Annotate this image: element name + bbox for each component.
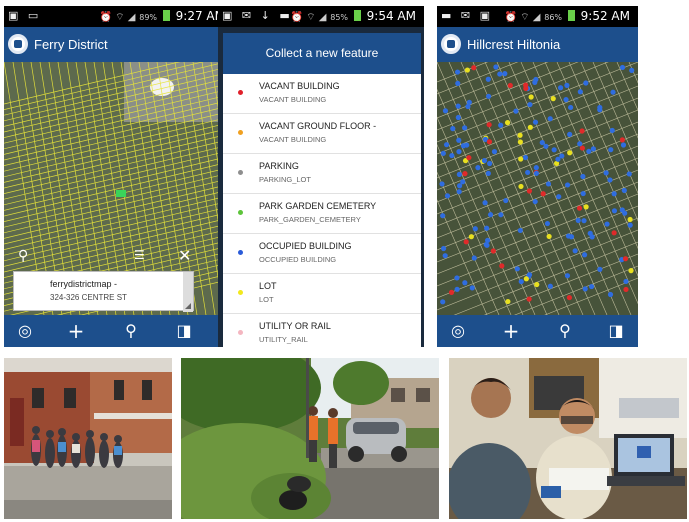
feature-color-dot [238, 130, 243, 135]
notification-icons: ▬ ✉ ▣ [441, 9, 493, 22]
map-view[interactable]: ⚲ ☰ ✕ ferrydistrictmap - 324-326 CENTRE … [4, 62, 233, 315]
locate-icon[interactable]: ◎ [438, 315, 478, 347]
signal-icon: ⏰ ⌔ ◢ [99, 12, 136, 23]
battery-icon [162, 10, 170, 21]
app-logo-icon[interactable] [441, 34, 461, 54]
feature-type-list: VACANT BUILDING VACANT BUILDING VACANT GRO… [223, 74, 421, 347]
feature-label: VACANT BUILDING [259, 81, 340, 91]
bottom-toolbar: ◎ + ⚲ ◨ [4, 315, 233, 347]
feature-layer-name: UTILITY_RAIL [259, 335, 308, 344]
phone-screen-hillcrest: ▬ ✉ ▣ ⏰ ⌔ ◢ 86% 9:52 AM Hillcrest Hilton… [437, 6, 638, 347]
collect-feature-dialog: Collect a new feature VACANT BUILDING VAC… [223, 33, 421, 347]
signal-icon: ⏰ ⌔ ◢ [290, 12, 327, 23]
map-title: Hillcrest Hiltonia [467, 37, 561, 52]
add-icon[interactable]: + [56, 315, 96, 347]
photo-street-group [4, 358, 172, 519]
feature-color-dot [238, 290, 243, 295]
status-bar: ▣ ✉ ↓ ▬ ⏰ ⌔ ◢ 85% 9:54 AM [218, 6, 424, 27]
map-pin-icon[interactable]: ⚲ [18, 248, 28, 264]
feature-option[interactable]: PARK GARDEN CEMETERY PARK_GARDEN_CEMETERY [223, 194, 421, 234]
photo-students-laptop [449, 358, 687, 519]
expand-corner-icon[interactable] [183, 272, 193, 312]
dialog-title: Collect a new feature [223, 33, 421, 74]
feature-layer-name: PARK_GARDEN_CEMETERY [259, 215, 361, 224]
signal-icon: ⏰ ⌔ ◢ [504, 12, 541, 23]
feature-color-dot [238, 250, 243, 255]
feature-color-dot [238, 330, 243, 335]
app-logo-icon[interactable] [8, 34, 28, 54]
clock: 9:52 AM [580, 9, 630, 23]
app-bar: Ferry District [4, 27, 233, 62]
feature-label: LOT [259, 281, 277, 291]
status-bar: ▬ ✉ ▣ ⏰ ⌔ ◢ 86% 9:52 AM [437, 6, 638, 27]
feature-label: VACANT GROUND FLOOR - [259, 121, 377, 131]
bottom-toolbar: ◎ + ⚲ ◨ [437, 315, 638, 347]
feature-option[interactable]: VACANT GROUND FLOOR - VACANT BUILDING [223, 114, 421, 154]
photo-group-on-sidewalk [4, 358, 172, 519]
popup-address: 324-326 CENTRE ST [50, 293, 127, 302]
status-bar: ▣ ▭ ⏰ ⌔ ◢ 89% 9:27 AM [4, 6, 233, 27]
close-icon[interactable]: ✕ [178, 246, 191, 265]
feature-label: PARKING [259, 161, 299, 171]
feature-label: UTILITY OR RAIL [259, 321, 331, 331]
search-icon[interactable]: ⚲ [545, 315, 585, 347]
feature-label: OCCUPIED BUILDING [259, 241, 352, 251]
parcel-map [437, 62, 638, 315]
locate-icon[interactable]: ◎ [5, 315, 45, 347]
feature-layer-name: LOT [259, 295, 274, 304]
popup-title: ferrydistrictmap - [50, 279, 118, 289]
phone-screen-collect-feature: ▣ ✉ ↓ ▬ ⏰ ⌔ ◢ 85% 9:54 AM Collect a new … [218, 6, 424, 347]
feature-color-dot [238, 210, 243, 215]
app-bar: Hillcrest Hiltonia [437, 27, 638, 62]
feature-option[interactable]: OCCUPIED BUILDING OCCUPIED BUILDING [223, 234, 421, 274]
feature-layer-name: VACANT BUILDING [259, 95, 327, 104]
battery-percent: 85% [330, 13, 349, 22]
photo-overgrown-lot [181, 358, 439, 519]
feature-option[interactable]: PARKING PARKING_LOT [223, 154, 421, 194]
feature-option[interactable]: LOT LOT [223, 274, 421, 314]
feature-popup[interactable]: ferrydistrictmap - 324-326 CENTRE ST [13, 271, 194, 312]
feature-layer-name: VACANT BUILDING [259, 135, 327, 144]
feature-layer-name: PARKING_LOT [259, 175, 311, 184]
battery-icon [353, 10, 361, 21]
clock: 9:54 AM [366, 9, 416, 23]
feature-layer-name: OCCUPIED BUILDING [259, 255, 337, 264]
map-title: Ferry District [34, 37, 108, 52]
layers-icon[interactable]: ◨ [596, 315, 636, 347]
add-icon[interactable]: + [491, 315, 531, 347]
battery-icon [567, 10, 575, 21]
layers-icon[interactable]: ◨ [164, 315, 204, 347]
photo-indoor-workshop [449, 358, 687, 519]
battery-percent: 89% [139, 13, 158, 22]
map-view[interactable] [437, 62, 638, 315]
notification-icons: ▣ ▭ [8, 9, 42, 22]
feature-option[interactable]: UTILITY OR RAIL UTILITY_RAIL [223, 314, 421, 347]
search-icon[interactable]: ⚲ [111, 315, 151, 347]
feature-color-dot [238, 90, 243, 95]
battery-percent: 86% [544, 13, 563, 22]
phone-screen-ferry-district: ▣ ▭ ⏰ ⌔ ◢ 89% 9:27 AM Ferry District ⚲ ☰… [4, 6, 233, 347]
notification-icons: ▣ ✉ ↓ ▬ [222, 9, 293, 22]
feature-color-dot [238, 170, 243, 175]
feature-label: PARK GARDEN CEMETERY [259, 201, 377, 211]
feature-option[interactable]: VACANT BUILDING VACANT BUILDING [223, 74, 421, 114]
list-icon[interactable]: ☰ [134, 248, 145, 262]
photo-vacant-lot-survey [181, 358, 439, 519]
